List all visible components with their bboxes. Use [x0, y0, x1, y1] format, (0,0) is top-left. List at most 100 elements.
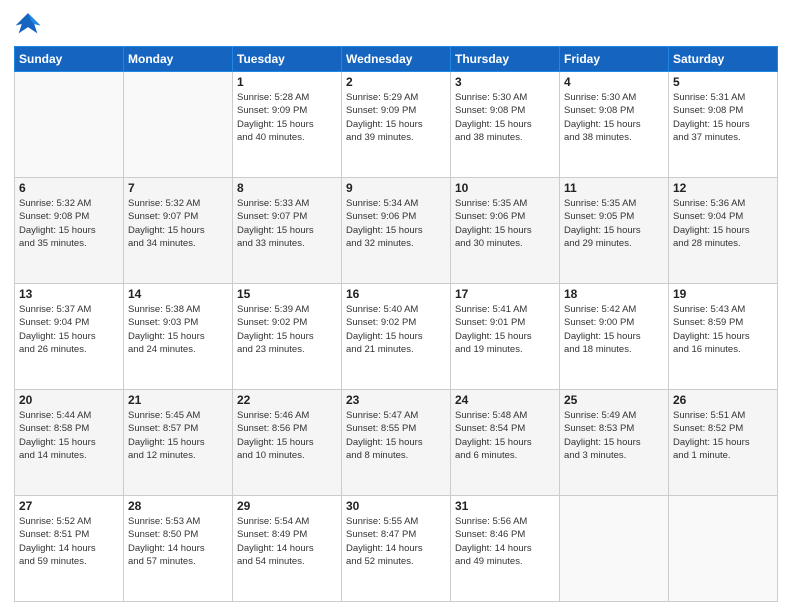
- calendar-cell: 31 Sunrise: 5:56 AM Sunset: 8:46 PM Dayli…: [451, 496, 560, 602]
- day-info: Sunrise: 5:49 AM Sunset: 8:53 PM Dayligh…: [564, 409, 664, 462]
- day-number: 2: [346, 75, 446, 89]
- calendar-cell: 15Sunrise: 5:39 AM Sunset: 9:02 PM Dayli…: [233, 284, 342, 390]
- calendar-cell: [669, 496, 778, 602]
- calendar-cell: 10 Sunrise: 5:35 AM Sunset: 9:06 PM Dayli…: [451, 178, 560, 284]
- logo-bird-icon: [14, 10, 42, 38]
- day-number: 31: [455, 499, 555, 513]
- calendar-cell: 19Sunrise: 5:43 AM Sunset: 8:59 PM Dayli…: [669, 284, 778, 390]
- day-info: Sunrise: 5:31 AM Sunset: 9:08 PM Dayligh…: [673, 91, 773, 144]
- calendar-cell: 16 Sunrise: 5:40 AM Sunset: 9:02 PM Dayli…: [342, 284, 451, 390]
- calendar-header-tuesday: Tuesday: [233, 47, 342, 72]
- day-number: 14: [128, 287, 228, 301]
- day-info: Sunrise: 5:40 AM Sunset: 9:02 PM Dayligh…: [346, 303, 446, 356]
- day-info: Sunrise: 5:48 AM Sunset: 8:54 PM Dayligh…: [455, 409, 555, 462]
- calendar-cell: 27 Sunrise: 5:52 AM Sunset: 8:51 PM Dayli…: [15, 496, 124, 602]
- calendar-table: SundayMondayTuesdayWednesdayThursdayFrid…: [14, 46, 778, 602]
- calendar-cell: 3 Sunrise: 5:30 AM Sunset: 9:08 PM Daylig…: [451, 72, 560, 178]
- day-number: 21: [128, 393, 228, 407]
- day-number: 9: [346, 181, 446, 195]
- day-info: Sunrise: 5:51 AM Sunset: 8:52 PM Dayligh…: [673, 409, 773, 462]
- calendar-cell: 2 Sunrise: 5:29 AM Sunset: 9:09 PM Daylig…: [342, 72, 451, 178]
- calendar-header-thursday: Thursday: [451, 47, 560, 72]
- calendar-week-row: 20Sunrise: 5:44 AM Sunset: 8:58 PM Dayli…: [15, 390, 778, 496]
- day-info: Sunrise: 5:35 AM Sunset: 9:05 PM Dayligh…: [564, 197, 664, 250]
- day-info: Sunrise: 5:46 AM Sunset: 8:56 PM Dayligh…: [237, 409, 337, 462]
- day-info: Sunrise: 5:39 AM Sunset: 9:02 PM Dayligh…: [237, 303, 337, 356]
- calendar-cell: 25 Sunrise: 5:49 AM Sunset: 8:53 PM Dayli…: [560, 390, 669, 496]
- calendar-cell: 26Sunrise: 5:51 AM Sunset: 8:52 PM Dayli…: [669, 390, 778, 496]
- day-info: Sunrise: 5:47 AM Sunset: 8:55 PM Dayligh…: [346, 409, 446, 462]
- calendar-cell: 18 Sunrise: 5:42 AM Sunset: 9:00 PM Dayli…: [560, 284, 669, 390]
- day-number: 11: [564, 181, 664, 195]
- calendar-cell: [124, 72, 233, 178]
- calendar-cell: 11 Sunrise: 5:35 AM Sunset: 9:05 PM Dayli…: [560, 178, 669, 284]
- day-number: 6: [19, 181, 119, 195]
- day-number: 7: [128, 181, 228, 195]
- day-number: 4: [564, 75, 664, 89]
- calendar-cell: 23 Sunrise: 5:47 AM Sunset: 8:55 PM Dayli…: [342, 390, 451, 496]
- calendar-week-row: 1 Sunrise: 5:28 AM Sunset: 9:09 PM Daylig…: [15, 72, 778, 178]
- calendar-cell: 30 Sunrise: 5:55 AM Sunset: 8:47 PM Dayli…: [342, 496, 451, 602]
- day-info: Sunrise: 5:55 AM Sunset: 8:47 PM Dayligh…: [346, 515, 446, 568]
- calendar-cell: 17 Sunrise: 5:41 AM Sunset: 9:01 PM Dayli…: [451, 284, 560, 390]
- calendar-cell: 20Sunrise: 5:44 AM Sunset: 8:58 PM Dayli…: [15, 390, 124, 496]
- day-number: 16: [346, 287, 446, 301]
- calendar-cell: 4Sunrise: 5:30 AM Sunset: 9:08 PM Daylig…: [560, 72, 669, 178]
- day-number: 13: [19, 287, 119, 301]
- day-info: Sunrise: 5:33 AM Sunset: 9:07 PM Dayligh…: [237, 197, 337, 250]
- day-info: Sunrise: 5:29 AM Sunset: 9:09 PM Dayligh…: [346, 91, 446, 144]
- calendar-cell: [560, 496, 669, 602]
- day-number: 10: [455, 181, 555, 195]
- day-number: 12: [673, 181, 773, 195]
- day-number: 17: [455, 287, 555, 301]
- day-info: Sunrise: 5:28 AM Sunset: 9:09 PM Dayligh…: [237, 91, 337, 144]
- calendar-cell: 28 Sunrise: 5:53 AM Sunset: 8:50 PM Dayli…: [124, 496, 233, 602]
- calendar-cell: 13 Sunrise: 5:37 AM Sunset: 9:04 PM Dayli…: [15, 284, 124, 390]
- day-info: Sunrise: 5:34 AM Sunset: 9:06 PM Dayligh…: [346, 197, 446, 250]
- calendar-week-row: 13 Sunrise: 5:37 AM Sunset: 9:04 PM Dayli…: [15, 284, 778, 390]
- calendar-cell: 5 Sunrise: 5:31 AM Sunset: 9:08 PM Daylig…: [669, 72, 778, 178]
- page: SundayMondayTuesdayWednesdayThursdayFrid…: [0, 0, 792, 612]
- day-number: 1: [237, 75, 337, 89]
- day-info: Sunrise: 5:38 AM Sunset: 9:03 PM Dayligh…: [128, 303, 228, 356]
- calendar-week-row: 6Sunrise: 5:32 AM Sunset: 9:08 PM Daylig…: [15, 178, 778, 284]
- day-number: 19: [673, 287, 773, 301]
- day-number: 18: [564, 287, 664, 301]
- day-info: Sunrise: 5:35 AM Sunset: 9:06 PM Dayligh…: [455, 197, 555, 250]
- day-info: Sunrise: 5:41 AM Sunset: 9:01 PM Dayligh…: [455, 303, 555, 356]
- day-number: 27: [19, 499, 119, 513]
- day-info: Sunrise: 5:52 AM Sunset: 8:51 PM Dayligh…: [19, 515, 119, 568]
- day-number: 5: [673, 75, 773, 89]
- logo: [14, 10, 46, 38]
- calendar-cell: 7 Sunrise: 5:32 AM Sunset: 9:07 PM Daylig…: [124, 178, 233, 284]
- calendar-header-saturday: Saturday: [669, 47, 778, 72]
- calendar-cell: 24 Sunrise: 5:48 AM Sunset: 8:54 PM Dayli…: [451, 390, 560, 496]
- day-info: Sunrise: 5:53 AM Sunset: 8:50 PM Dayligh…: [128, 515, 228, 568]
- day-number: 20: [19, 393, 119, 407]
- day-number: 28: [128, 499, 228, 513]
- day-number: 23: [346, 393, 446, 407]
- day-number: 8: [237, 181, 337, 195]
- calendar-cell: 29 Sunrise: 5:54 AM Sunset: 8:49 PM Dayli…: [233, 496, 342, 602]
- day-info: Sunrise: 5:30 AM Sunset: 9:08 PM Dayligh…: [455, 91, 555, 144]
- calendar-cell: 6Sunrise: 5:32 AM Sunset: 9:08 PM Daylig…: [15, 178, 124, 284]
- day-number: 3: [455, 75, 555, 89]
- calendar-cell: 21 Sunrise: 5:45 AM Sunset: 8:57 PM Dayli…: [124, 390, 233, 496]
- day-info: Sunrise: 5:42 AM Sunset: 9:00 PM Dayligh…: [564, 303, 664, 356]
- calendar-header-friday: Friday: [560, 47, 669, 72]
- day-number: 22: [237, 393, 337, 407]
- day-info: Sunrise: 5:32 AM Sunset: 9:07 PM Dayligh…: [128, 197, 228, 250]
- day-number: 30: [346, 499, 446, 513]
- calendar-cell: 14 Sunrise: 5:38 AM Sunset: 9:03 PM Dayli…: [124, 284, 233, 390]
- day-number: 24: [455, 393, 555, 407]
- calendar-cell: 9 Sunrise: 5:34 AM Sunset: 9:06 PM Daylig…: [342, 178, 451, 284]
- day-info: Sunrise: 5:45 AM Sunset: 8:57 PM Dayligh…: [128, 409, 228, 462]
- day-info: Sunrise: 5:56 AM Sunset: 8:46 PM Dayligh…: [455, 515, 555, 568]
- day-info: Sunrise: 5:37 AM Sunset: 9:04 PM Dayligh…: [19, 303, 119, 356]
- calendar-cell: 1 Sunrise: 5:28 AM Sunset: 9:09 PM Daylig…: [233, 72, 342, 178]
- day-info: Sunrise: 5:54 AM Sunset: 8:49 PM Dayligh…: [237, 515, 337, 568]
- calendar-cell: [15, 72, 124, 178]
- day-number: 29: [237, 499, 337, 513]
- day-number: 25: [564, 393, 664, 407]
- day-info: Sunrise: 5:36 AM Sunset: 9:04 PM Dayligh…: [673, 197, 773, 250]
